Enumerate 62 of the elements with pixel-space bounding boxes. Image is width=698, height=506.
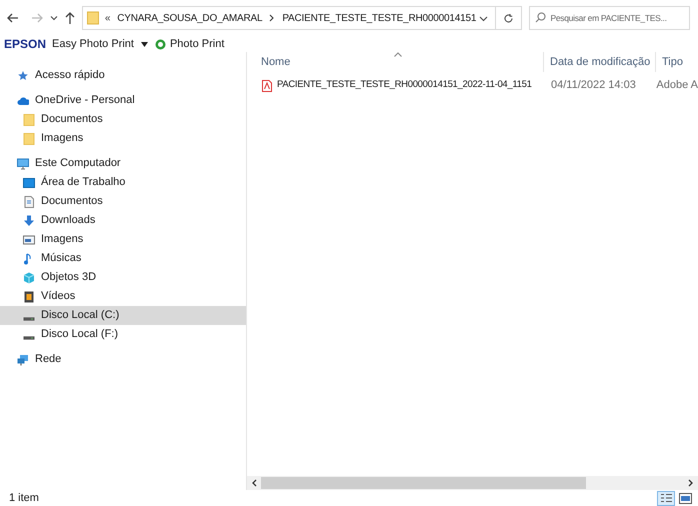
overflow-button[interactable]: « xyxy=(104,10,110,26)
video-icon xyxy=(23,290,35,302)
details-view-button[interactable] xyxy=(657,490,675,506)
chevron-right-icon[interactable] xyxy=(269,14,276,22)
scroll-right-icon[interactable] xyxy=(688,479,694,487)
table-cell-text: 04/11/2022 14:03 xyxy=(550,78,637,94)
list-icon xyxy=(660,493,672,503)
search-icon xyxy=(534,12,546,23)
chevron-down-icon[interactable] xyxy=(478,14,488,22)
drive-icon xyxy=(23,316,35,320)
sidebar-item[interactable]: Este Computador xyxy=(0,154,246,173)
drive-icon xyxy=(23,336,35,340)
toolbar-button[interactable]: Photo Print xyxy=(170,36,224,52)
sidebar-item[interactable]: Disco Local (F:) xyxy=(0,325,246,344)
sidebar-item[interactable]: OneDrive - Personal xyxy=(0,91,246,110)
sidebar-item[interactable]: Imagens xyxy=(0,129,246,148)
up-icon[interactable] xyxy=(64,11,76,25)
sidebar-item[interactable]: Vídeos xyxy=(0,287,246,306)
computer-icon xyxy=(17,158,29,170)
sidebar-item[interactable]: Área de Trabalho xyxy=(0,173,246,192)
toolbar-menu[interactable]: Easy Photo Print xyxy=(52,36,134,52)
desktop-icon xyxy=(23,176,35,188)
document-icon xyxy=(23,196,35,208)
scrollbar-thumb[interactable] xyxy=(261,477,586,489)
pdf-file-icon xyxy=(262,80,272,92)
table-cell-text: Adobe A xyxy=(655,78,698,94)
thumbnail-view-icon[interactable] xyxy=(679,492,692,504)
download-icon xyxy=(23,214,35,226)
address-bar[interactable]: « CYNARA_SOUSA_DO_AMARAL PACIENTE_TESTE_TESTE_RH0000014151 xyxy=(82,6,496,30)
sidebar-item[interactable]: Documentos xyxy=(0,192,246,211)
sidebar-item[interactable]: Imagens xyxy=(0,230,246,249)
breadcrumb[interactable]: PACIENTE_TESTE_TESTE_RH0000014151 xyxy=(282,10,476,26)
network-icon xyxy=(17,354,29,366)
sidebar-item[interactable]: Disco Local (C:) xyxy=(0,306,246,325)
chevron-down-icon[interactable] xyxy=(50,14,58,22)
item-count: 1 item xyxy=(9,490,39,506)
brand-logo: EPSON xyxy=(4,36,46,53)
sidebar-item[interactable]: Músicas xyxy=(0,249,246,268)
horizontal-scrollbar[interactable] xyxy=(247,476,698,490)
scroll-left-icon[interactable] xyxy=(251,479,257,487)
search-field[interactable]: Pesquisar em PACIENTE_TES... xyxy=(528,6,690,30)
cloud-icon xyxy=(17,94,29,106)
folder-icon xyxy=(23,114,35,126)
sidebar-item[interactable]: Rede xyxy=(0,350,246,369)
sidebar-item[interactable]: Documentos xyxy=(0,110,246,129)
sidebar-item[interactable]: Acesso rápido xyxy=(0,66,246,85)
file-name[interactable]: PACIENTE_TESTE_TESTE_RH0000014151_2022-11-04_1151 xyxy=(277,78,532,93)
image-icon xyxy=(23,234,35,246)
folder-icon xyxy=(23,132,35,144)
breadcrumb[interactable]: CYNARA_SOUSA_DO_AMARAL xyxy=(117,10,262,26)
cube-icon xyxy=(23,272,35,284)
caret-icon[interactable] xyxy=(140,42,148,46)
sidebar-item[interactable]: Objetos 3D xyxy=(0,268,246,287)
column-header[interactable]: Data de modificação xyxy=(544,52,656,72)
back-icon[interactable] xyxy=(6,11,20,25)
folder-icon xyxy=(86,11,99,25)
refresh-button[interactable] xyxy=(496,6,522,30)
refresh-icon xyxy=(502,12,514,24)
star-icon xyxy=(17,70,29,82)
column-header[interactable]: Nome xyxy=(247,52,544,72)
column-header[interactable]: Tipo xyxy=(656,52,683,72)
sidebar-item[interactable]: Downloads xyxy=(0,211,246,230)
